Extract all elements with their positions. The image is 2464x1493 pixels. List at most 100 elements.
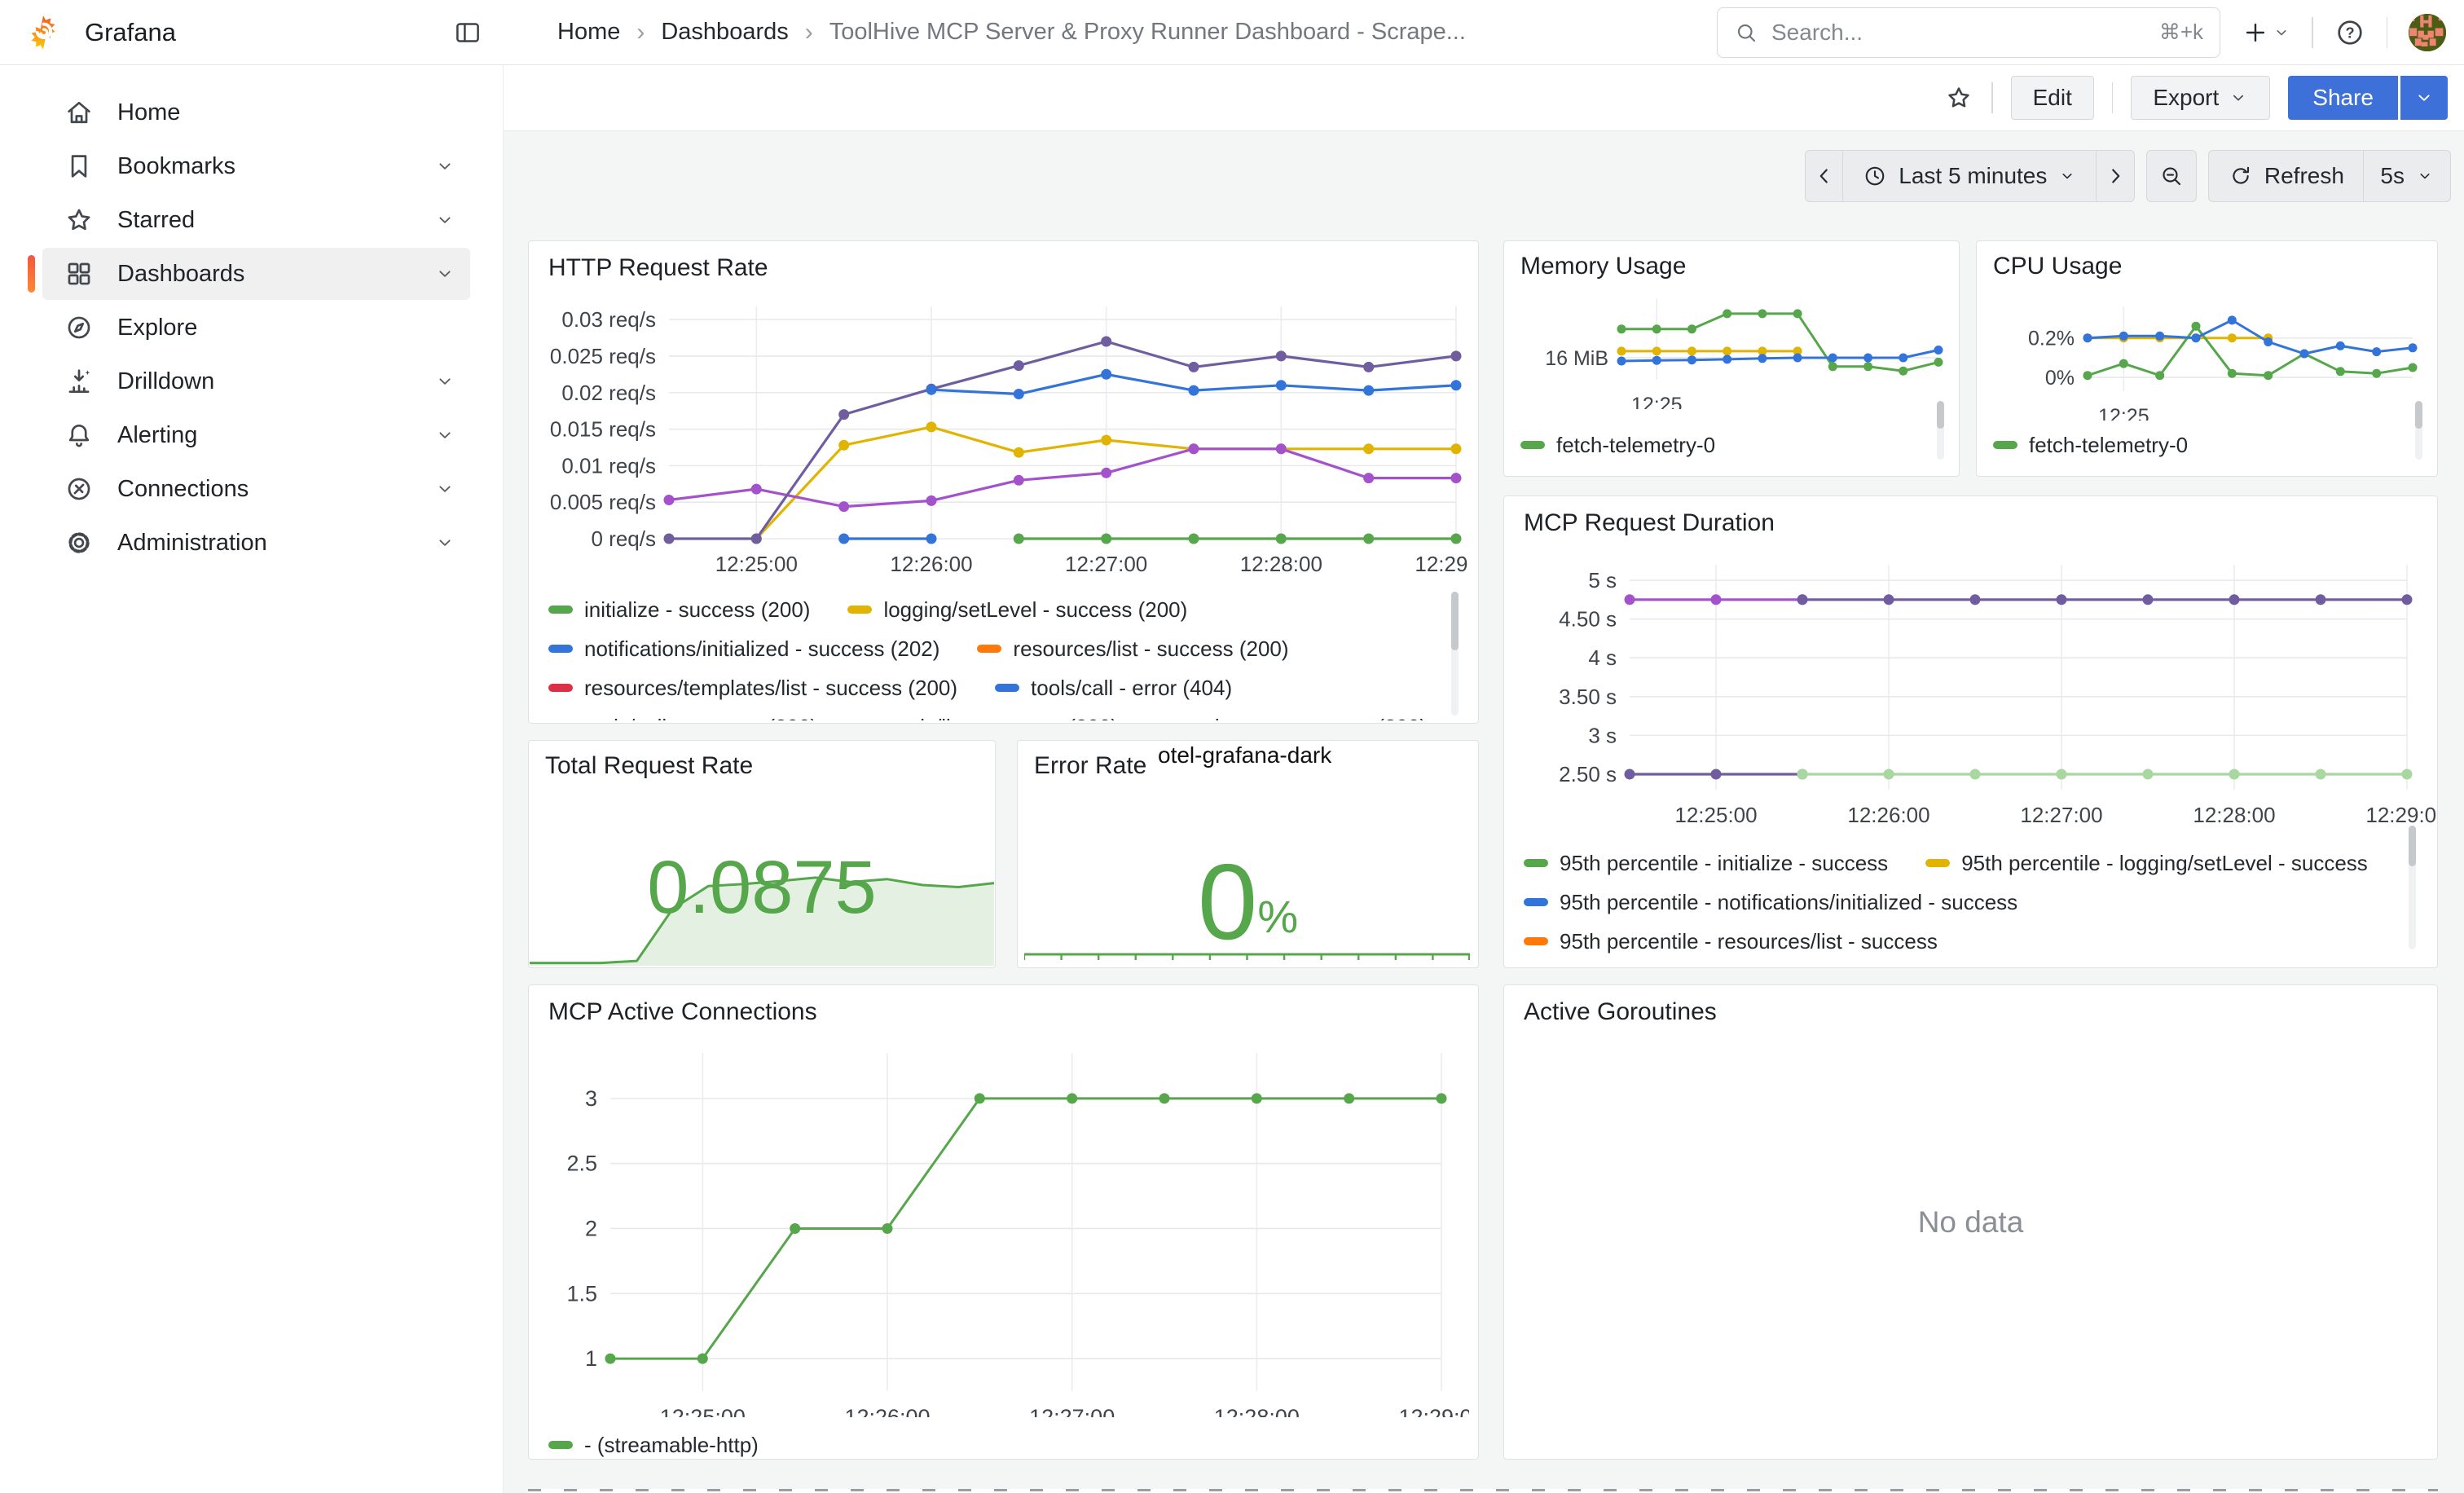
panel-mcp-request-duration: MCP Request Duration 12:25:0012:26:0012:… xyxy=(1503,495,2438,968)
legend-item[interactable]: initialize - success (200) xyxy=(548,597,810,623)
sidebar-item-bookmarks[interactable]: Bookmarks xyxy=(42,140,470,192)
chevron-down-icon xyxy=(434,263,455,284)
dashboard-toolbar: Edit Export Share xyxy=(504,65,2464,131)
panel-title[interactable]: MCP Request Duration xyxy=(1524,509,1775,537)
legend-scrollbar[interactable] xyxy=(1451,592,1459,716)
legend-item[interactable]: resources/templates/list - success (200) xyxy=(548,676,957,701)
legend-row: initialize - success (200) logging/setLev… xyxy=(548,590,1432,629)
legend-label: unknown - success (200) xyxy=(1191,715,1427,721)
legend-item[interactable]: resources/list - success (200) xyxy=(977,636,1288,662)
panel-title[interactable]: HTTP Request Rate xyxy=(548,254,768,282)
mcp-request-duration-chart[interactable]: 12:25:0012:26:0012:27:0012:28:0012:29:00… xyxy=(1507,544,2436,829)
help-icon[interactable]: ? xyxy=(2334,17,2365,48)
time-range-picker[interactable]: Last 5 minutes xyxy=(1842,150,2097,202)
chevron-down-icon xyxy=(2416,167,2434,185)
legend-item[interactable]: tools/call - error (404) xyxy=(995,676,1232,701)
legend-item[interactable]: 95th percentile - logging/setLevel - suc… xyxy=(1925,851,2368,876)
svg-text:3: 3 xyxy=(585,1086,597,1111)
legend-item[interactable]: fetch-telemetry-0 xyxy=(1520,433,1715,458)
svg-text:12:25:00: 12:25:00 xyxy=(1674,803,1757,827)
sidebar-item-home[interactable]: Home xyxy=(42,86,470,139)
panel-title[interactable]: Total Request Rate xyxy=(545,752,753,780)
dashboard-canvas: Last 5 minutes Refresh 5s HTTP Request R… xyxy=(504,130,2464,1493)
share-button[interactable]: Share xyxy=(2288,76,2398,120)
legend-scrollbar[interactable] xyxy=(2415,401,2422,460)
gear-icon xyxy=(64,527,95,558)
legend-item[interactable]: logging/setLevel - success (200) xyxy=(847,597,1187,623)
svg-text:12:25:00: 12:25:00 xyxy=(715,552,798,576)
active-indicator xyxy=(28,255,35,293)
chevron-down-icon xyxy=(434,209,455,231)
star-icon xyxy=(64,205,95,236)
panel-title[interactable]: MCP Active Connections xyxy=(548,998,817,1026)
chevron-down-icon xyxy=(434,371,455,392)
sidebar-item-dashboards[interactable]: Dashboards xyxy=(42,248,470,300)
breadcrumb-item[interactable]: Home xyxy=(557,19,620,46)
legend-item[interactable]: fetch-telemetry-0 xyxy=(1993,433,2188,458)
star-favorite-icon[interactable] xyxy=(1944,83,1973,112)
search-box[interactable]: ⌘+k xyxy=(1717,7,2220,58)
legend-label: tools/call - error (404) xyxy=(1031,676,1232,701)
legend-item[interactable]: 95th percentile - resources/list - succe… xyxy=(1524,929,1938,954)
share-menu-button[interactable] xyxy=(2400,76,2448,120)
svg-text:0.01 req/s: 0.01 req/s xyxy=(561,453,656,478)
panel-title[interactable]: CPU Usage xyxy=(1993,253,2122,280)
memory-usage-chart[interactable]: 12:2516 MiB xyxy=(1507,287,1951,409)
legend-item[interactable]: 95th percentile - notifications/initiali… xyxy=(1524,890,2017,915)
legend-item[interactable]: tools/list - success (200) xyxy=(855,715,1118,721)
svg-text:4.50 s: 4.50 s xyxy=(1559,607,1617,632)
sidebar-item-explore[interactable]: Explore xyxy=(42,302,470,354)
sidebar-item-label: Administration xyxy=(117,530,267,557)
clock-icon xyxy=(1863,164,1887,188)
time-shift-forward-button[interactable] xyxy=(2096,150,2135,202)
cpu-usage-chart[interactable]: 12:250.2%0% xyxy=(1985,298,2429,421)
sidebar-item-label: Starred xyxy=(117,207,195,234)
panel-cpu-usage: CPU Usage 12:250.2%0% fetch-telemetry-0 xyxy=(1976,240,2438,477)
sidebar-item-connections[interactable]: Connections xyxy=(42,463,470,515)
svg-text:16 MiB: 16 MiB xyxy=(1545,347,1608,370)
refresh-button[interactable]: Refresh xyxy=(2208,150,2365,202)
legend-item[interactable]: notifications/initialized - success (202… xyxy=(548,636,939,662)
sidebar-item-label: Explore xyxy=(117,315,197,341)
legend-scrollbar[interactable] xyxy=(2409,826,2416,949)
svg-text:0.2%: 0.2% xyxy=(2028,328,2075,350)
legend-item[interactable]: unknown - success (200) xyxy=(1155,715,1427,721)
panel-title[interactable]: Error Rate xyxy=(1034,752,1146,780)
legend-color-chip xyxy=(548,645,573,653)
breadcrumb: Home›Dashboards›ToolHive MCP Server & Pr… xyxy=(557,19,1466,46)
legend-item[interactable]: 95th percentile - initialize - success xyxy=(1524,851,1888,876)
search-input[interactable] xyxy=(1770,19,2159,46)
sidebar-item-drilldown[interactable]: Drilldown xyxy=(42,355,470,407)
breadcrumb-item[interactable]: Dashboards xyxy=(661,19,788,46)
avatar[interactable] xyxy=(2409,14,2446,51)
svg-text:12:28:00: 12:28:00 xyxy=(1214,1405,1300,1417)
sidebar-item-alerting[interactable]: Alerting xyxy=(42,409,470,461)
sidebar-item-administration[interactable]: Administration xyxy=(42,517,470,569)
svg-text:12:26:00: 12:26:00 xyxy=(890,552,972,576)
add-button[interactable] xyxy=(2242,19,2290,46)
panel-mcp-active-connections: MCP Active Connections 12:25:0012:26:001… xyxy=(528,984,1479,1460)
dock-sidebar-icon[interactable] xyxy=(453,18,482,47)
mcp-active-connections-chart[interactable]: 12:25:0012:26:0012:27:0012:28:0012:29:00… xyxy=(540,1026,1469,1417)
refresh-interval-picker[interactable]: 5s xyxy=(2363,150,2451,202)
error-rate-value: 0% xyxy=(1018,835,1478,951)
grafana-logo-icon[interactable] xyxy=(24,14,62,51)
svg-text:0.02 req/s: 0.02 req/s xyxy=(561,381,656,405)
http-request-rate-chart[interactable]: 12:25:0012:26:0012:27:0012:28:0012:29:00… xyxy=(532,288,1469,578)
legend-scrollbar[interactable] xyxy=(1937,401,1944,460)
panel-title[interactable]: Memory Usage xyxy=(1520,253,1686,280)
sidebar-item-starred[interactable]: Starred xyxy=(42,194,470,246)
legend-row: 95th percentile - resources/list - succe… xyxy=(1524,922,2385,961)
zoom-out-time-button[interactable] xyxy=(2146,150,2197,202)
legend-item[interactable]: 95th percentile - resources/templates/li… xyxy=(1524,968,2035,969)
legend-label: tools/list - success (200) xyxy=(891,715,1118,721)
legend-item[interactable]: tools/call - success (200) xyxy=(548,715,817,721)
edit-button[interactable]: Edit xyxy=(2011,76,2094,120)
panel-total-request-rate: Total Request Rate 0.0875 xyxy=(528,740,996,968)
legend-color-chip xyxy=(995,684,1019,692)
legend-item[interactable]: - (streamable-http) xyxy=(548,1433,759,1458)
sidebar-item-label: Dashboards xyxy=(117,261,244,288)
sidebar-item-label: Home xyxy=(117,99,180,126)
time-shift-back-button[interactable] xyxy=(1805,150,1844,202)
export-button[interactable]: Export xyxy=(2131,76,2270,120)
